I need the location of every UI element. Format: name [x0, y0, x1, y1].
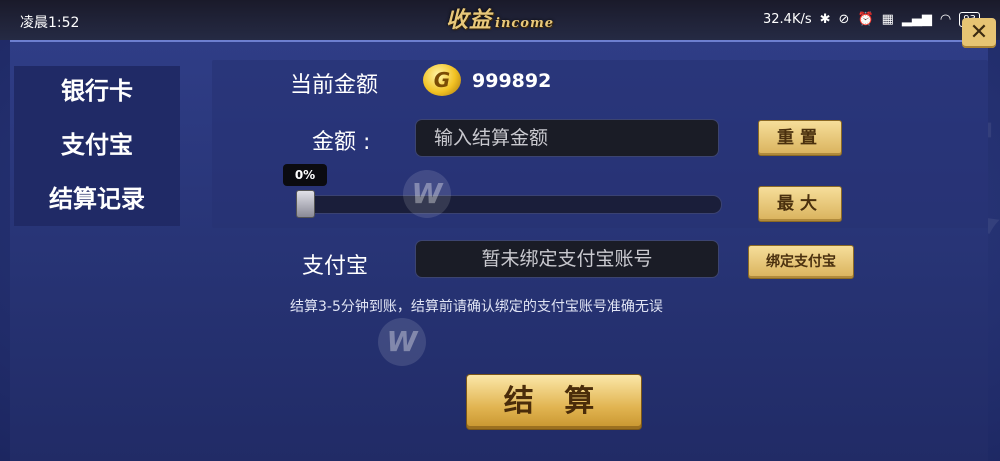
alipay-label: 支付宝: [302, 254, 369, 279]
page-title: 收益 income: [430, 2, 570, 33]
max-button-label: 最大: [777, 194, 823, 214]
settle-button-label: 结 算: [503, 384, 605, 419]
bluetooth-icon: ✱: [819, 12, 831, 27]
network-speed: 32.4K/s: [763, 12, 812, 27]
watermark-logo-icon: W: [403, 170, 451, 218]
sim-icon: ▦: [881, 12, 894, 27]
balance-label: 当前金额: [290, 73, 379, 98]
close-icon: ✕: [969, 20, 989, 45]
page-subtitle: income: [495, 16, 555, 31]
sidebar-item-label: 结算记录: [49, 185, 145, 213]
max-button[interactable]: 最大: [758, 186, 842, 222]
sidebar-item-alipay[interactable]: 支付宝: [14, 120, 180, 170]
alipay-account-field: 暂未绑定支付宝账号: [415, 240, 719, 278]
income-screen: 支 凌晨1:52 32.4K/s ✱ ⊘ ⏰ ▦ ▂▄▆ ◠ 93 收益inco…: [0, 0, 1000, 461]
sidebar: 银行卡 支付宝 结算记录: [14, 66, 180, 226]
sidebar-item-label: 支付宝: [61, 131, 133, 159]
status-right: 32.4K/s ✱ ⊘ ⏰ ▦ ▂▄▆ ◠ 93: [763, 12, 980, 27]
signal-icon: ▂▄▆: [901, 12, 932, 27]
sidebar-item-bank-card[interactable]: 银行卡: [14, 66, 180, 116]
status-time: 凌晨1:52: [20, 15, 80, 31]
bind-alipay-button-label: 绑定支付宝: [766, 254, 836, 270]
sidebar-item-settlement-records[interactable]: 结算记录: [14, 174, 180, 224]
settle-button[interactable]: 结 算: [466, 374, 642, 430]
balance-value: 999892: [472, 70, 552, 92]
close-button[interactable]: ✕: [962, 18, 996, 48]
settlement-note: 结算3-5分钟到账，结算前请确认绑定的支付宝账号准确无误: [290, 299, 663, 315]
amount-slider-handle[interactable]: [296, 190, 315, 218]
reset-button[interactable]: 重置: [758, 120, 842, 156]
amount-slider-track[interactable]: [296, 195, 722, 214]
reset-button-label: 重置: [777, 128, 823, 148]
slider-percent-badge: 0%: [283, 164, 327, 186]
page-title-text: 收益: [445, 7, 492, 33]
watermark-logo-icon: W: [378, 318, 426, 366]
wifi-icon: ◠: [939, 12, 952, 27]
bind-alipay-button[interactable]: 绑定支付宝: [748, 245, 854, 279]
sidebar-item-label: 银行卡: [61, 77, 133, 105]
mute-icon: ⊘: [838, 12, 850, 27]
amount-input-placeholder: 输入结算金额: [434, 127, 549, 149]
amount-label: 金额 :: [312, 130, 371, 155]
gold-coin-icon: G: [423, 64, 461, 96]
alarm-icon: ⏰: [857, 12, 874, 27]
amount-input[interactable]: 输入结算金额: [415, 119, 719, 157]
alipay-account-placeholder: 暂未绑定支付宝账号: [481, 248, 653, 270]
